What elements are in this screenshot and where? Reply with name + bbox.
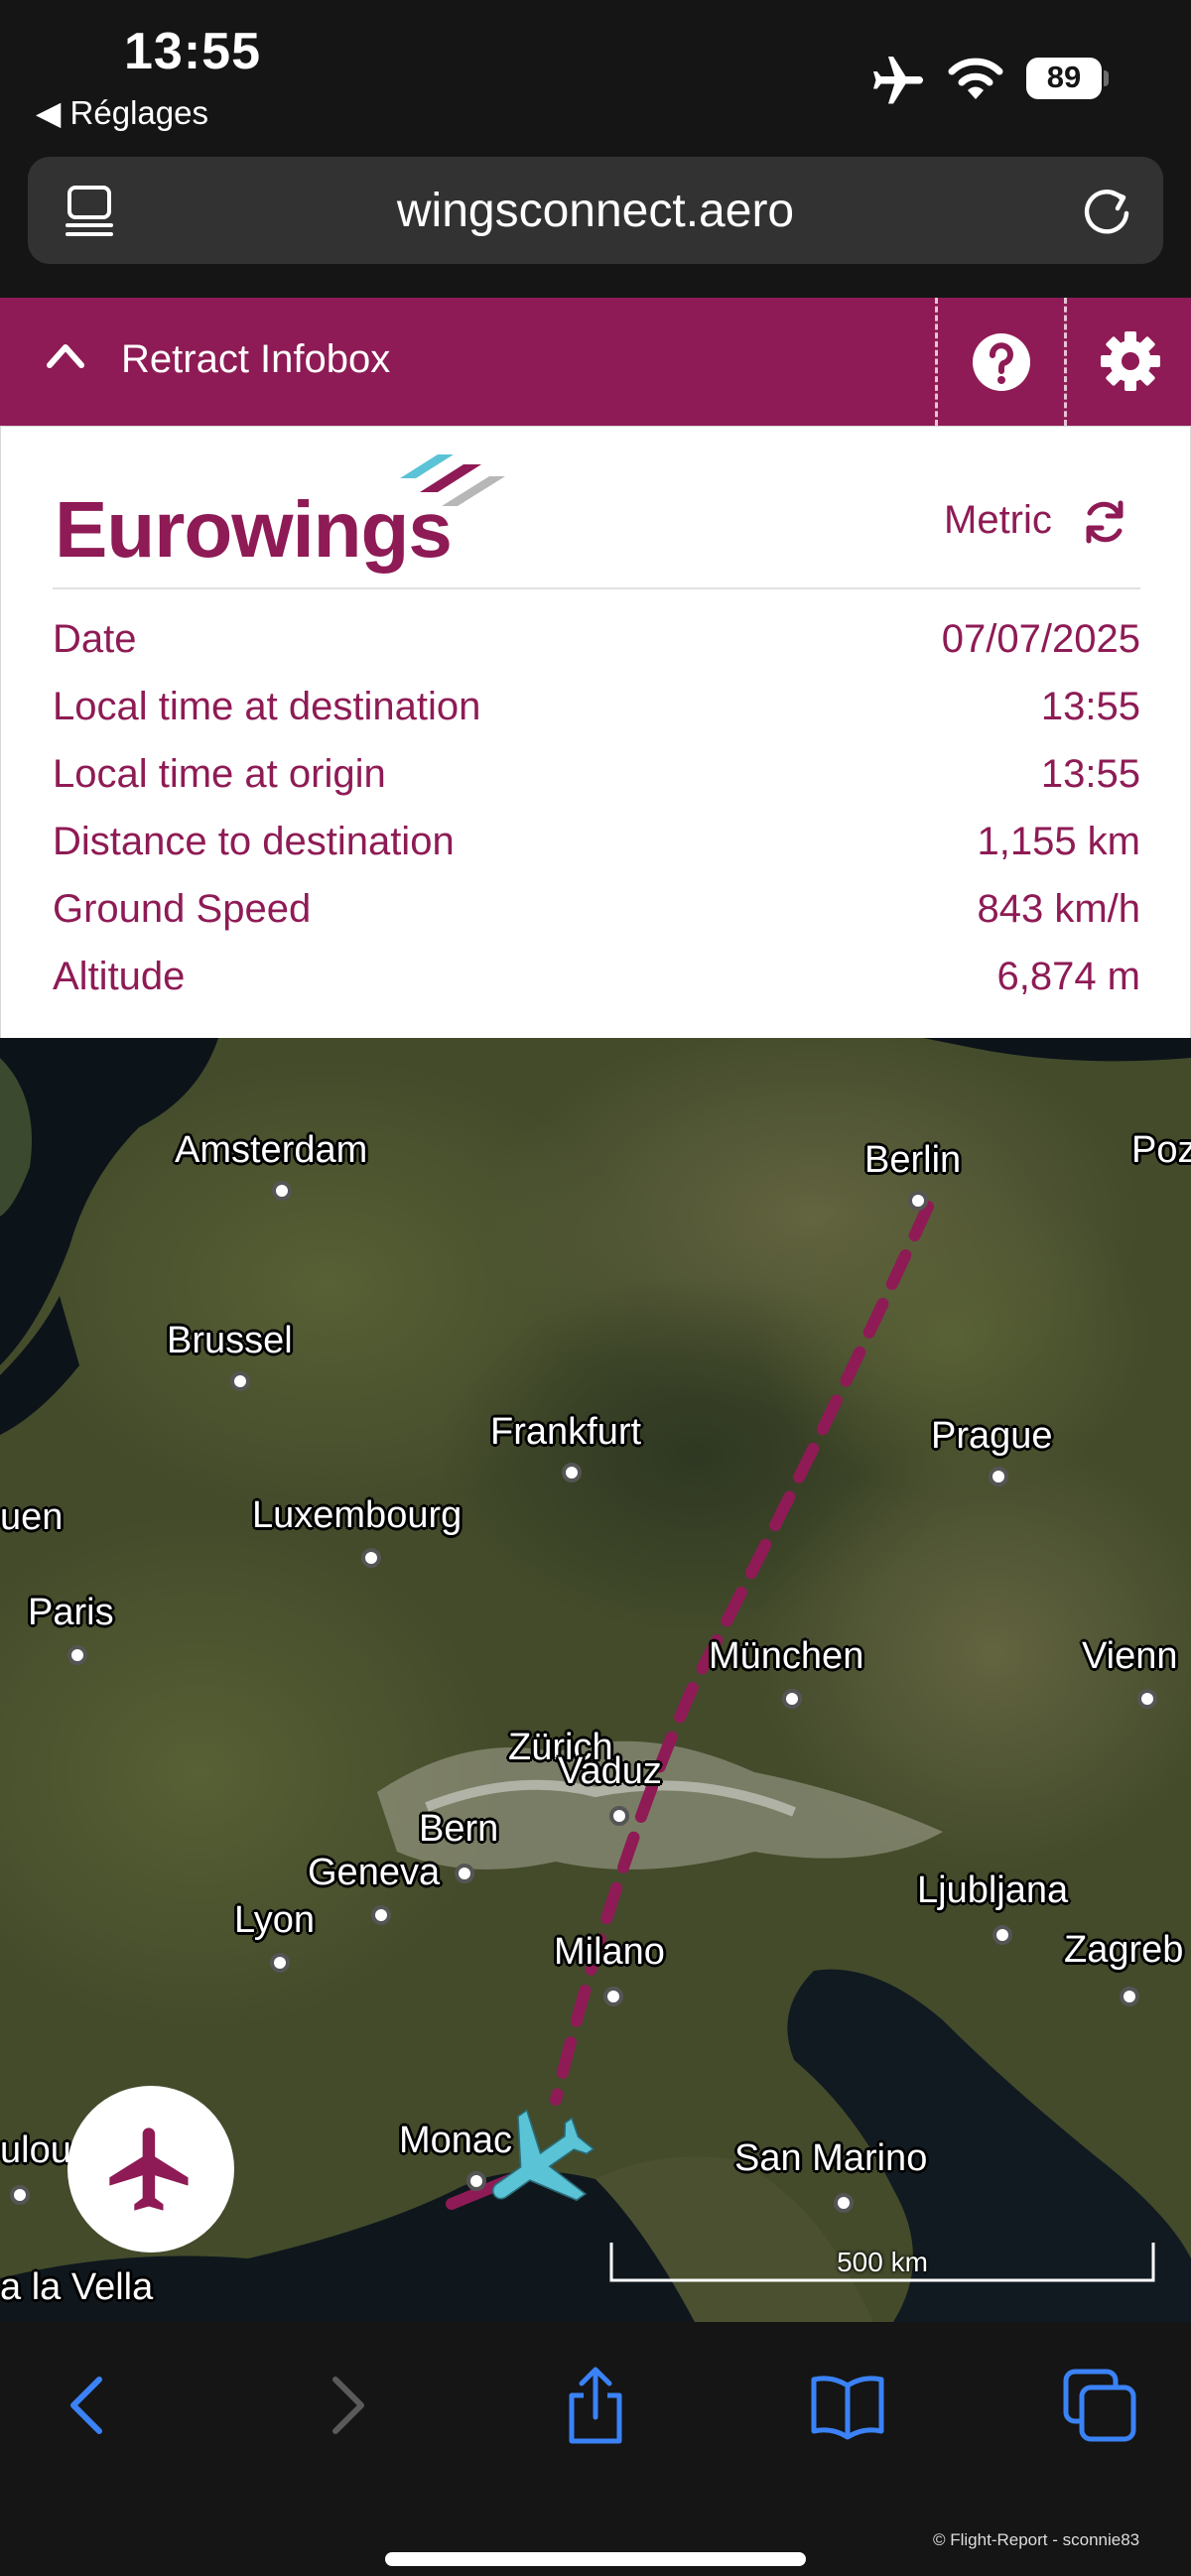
logo-stripes-icon: [400, 454, 505, 506]
city-label: Frankfurt: [490, 1411, 642, 1453]
divider: [53, 587, 1140, 589]
city-label: München: [709, 1635, 864, 1677]
city-label: Berlin: [864, 1139, 962, 1181]
scale-label: 500 km: [837, 2247, 928, 2277]
city-label: San Marino: [734, 2137, 928, 2179]
info-value: 07/07/2025: [941, 617, 1140, 661]
retract-infobox-label: Retract Infobox: [121, 337, 391, 381]
info-value: 1,155 km: [977, 820, 1140, 863]
city-label: Ljubljana: [917, 1869, 1069, 1911]
back-to-settings-link[interactable]: ◀ Réglages: [36, 93, 208, 132]
info-label: Date: [53, 617, 137, 661]
units-toggle-button[interactable]: Metric: [934, 486, 1142, 558]
battery-icon: 89: [1026, 58, 1110, 99]
info-row-date: Date 07/07/2025: [53, 617, 1140, 677]
share-icon[interactable]: [556, 2366, 635, 2445]
city-label: Vienn: [1082, 1635, 1178, 1677]
photo-credit: © Flight-Report - sconnie83: [933, 2530, 1140, 2549]
wifi-icon: [948, 58, 1003, 99]
city-label: Bern: [419, 1808, 499, 1850]
help-button[interactable]: [937, 298, 1064, 426]
battery-percent: 89: [1046, 60, 1082, 94]
info-label: Altitude: [53, 955, 186, 998]
tabs-icon[interactable]: [1060, 2366, 1139, 2445]
gear-icon: [1101, 331, 1160, 391]
units-label: Metric: [944, 498, 1052, 542]
home-indicator[interactable]: [385, 2552, 806, 2566]
status-time: 13:55: [124, 23, 261, 80]
info-value: 6,874 m: [996, 955, 1140, 998]
city-label: a la Vella: [0, 2266, 154, 2308]
settings-button[interactable]: [1068, 298, 1191, 426]
airplane-mode-icon: [873, 57, 923, 104]
divider: [1064, 298, 1067, 426]
eurowings-logo: Eurowings: [55, 485, 453, 574]
url-text: wingsconnect.aero: [396, 185, 795, 237]
browser-toolbar: © Flight-Report - sconnie83: [0, 2322, 1191, 2576]
help-icon: [973, 333, 1030, 391]
info-row-local-time-origin: Local time at origin 13:55: [53, 752, 1140, 812]
city-label: Paris: [28, 1592, 114, 1633]
city-label: Geneva: [308, 1852, 441, 1893]
infobox-toolbar: Retract Infobox: [0, 298, 1191, 426]
info-label: Distance to destination: [53, 820, 455, 863]
bookmarks-icon[interactable]: [808, 2366, 887, 2445]
flight-infobox: Eurowings Metric Date 07/07/2025 Local t…: [0, 426, 1191, 1040]
city-label: Zagreb: [1064, 1929, 1184, 1971]
city-label: Brussel: [167, 1320, 293, 1361]
info-row-local-time-destination: Local time at destination 13:55: [53, 685, 1140, 744]
info-row-altitude: Altitude 6,874 m: [53, 955, 1140, 1014]
city-label: Vaduz: [558, 1750, 662, 1792]
info-row-ground-speed: Ground Speed 843 km/h: [53, 887, 1140, 947]
city-label: Lyon: [234, 1899, 315, 1941]
city-label: Luxembourg: [252, 1494, 463, 1536]
reload-icon[interactable]: [1078, 183, 1135, 240]
info-label: Local time at destination: [53, 685, 481, 728]
back-arrow-icon[interactable]: [50, 2366, 129, 2445]
map-scale: 500 km: [609, 2241, 1155, 2284]
forward-arrow-icon[interactable]: [306, 2366, 385, 2445]
refresh-icon: [1086, 500, 1124, 544]
city-label: Prague: [931, 1415, 1053, 1457]
info-value: 843 km/h: [977, 887, 1140, 931]
chevron-up-icon: [47, 344, 84, 368]
status-bar: 13:55 ◀ Réglages 89: [0, 0, 1191, 149]
city-label: Amsterdam: [175, 1129, 368, 1171]
airplane-icon: [109, 2127, 189, 2211]
city-label: Milano: [554, 1931, 665, 1973]
retract-infobox-button[interactable]: Retract Infobox: [0, 298, 933, 426]
address-bar[interactable]: wingsconnect.aero: [28, 157, 1163, 264]
locate-aircraft-button[interactable]: [67, 2086, 234, 2253]
city-label: Poz: [1131, 1129, 1191, 1171]
info-row-distance: Distance to destination 1,155 km: [53, 820, 1140, 879]
info-label: Local time at origin: [53, 752, 386, 796]
info-label: Ground Speed: [53, 887, 312, 931]
info-value: 13:55: [1040, 685, 1140, 728]
flight-map[interactable]: Amsterdam Berlin Poz Brussel Frankfurt P…: [0, 1038, 1191, 2322]
info-value: 13:55: [1040, 752, 1140, 796]
city-label: uen: [0, 1496, 64, 1538]
aircraft-position-icon[interactable]: [472, 2098, 601, 2227]
